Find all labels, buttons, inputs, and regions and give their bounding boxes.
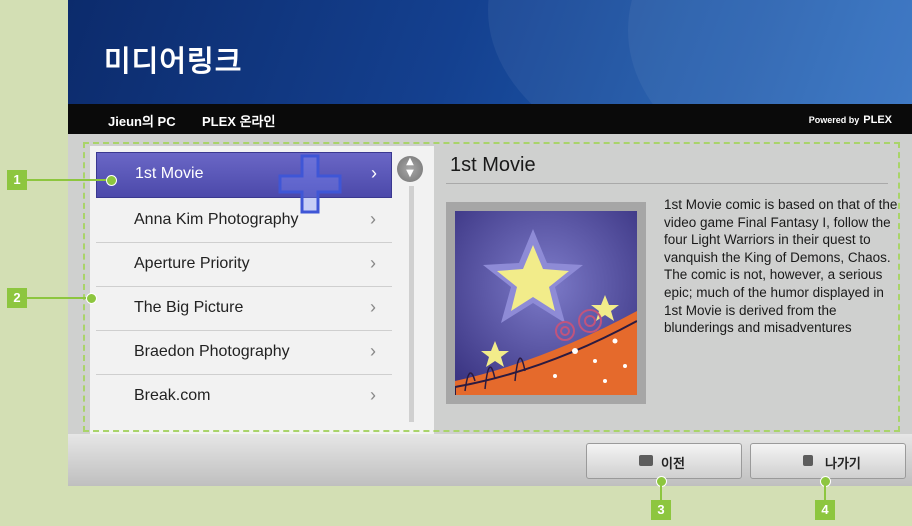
callout-leader	[824, 484, 826, 500]
back-button[interactable]: 이전	[586, 443, 742, 479]
chevron-right-icon: ›	[370, 209, 376, 229]
app-header: 미디어링크	[68, 0, 912, 104]
list-item-label: Anna Kim Photography	[134, 211, 299, 228]
callout-4: 4	[815, 500, 835, 520]
info-bar: Jieun의 PC PLEX 온라인 Powered by PLEX	[68, 104, 912, 134]
list-item[interactable]: Braedon Photography ›	[96, 331, 392, 375]
callout-leader	[660, 484, 662, 500]
callout-2: 2	[7, 288, 27, 308]
list-item-label: The Big Picture	[134, 299, 244, 316]
divider	[446, 183, 888, 184]
tv-screen: 미디어링크 Jieun의 PC PLEX 온라인 Powered by PLEX …	[68, 0, 912, 486]
list-item[interactable]: The Big Picture ›	[96, 287, 392, 331]
powered-by-label: Powered by PLEX	[809, 114, 892, 126]
content-area: 1st Movie › Anna Kim Photography › Apert…	[68, 134, 912, 434]
chevron-right-icon: ›	[370, 385, 376, 405]
exit-remote-icon	[803, 455, 813, 466]
list-item-label: Braedon Photography	[134, 343, 290, 360]
service-name: PLEX 온라인	[202, 114, 276, 129]
chevron-right-icon: ›	[370, 341, 376, 361]
callout-leader	[27, 297, 89, 299]
thumbnail	[446, 202, 646, 404]
channel-list: 1st Movie › Anna Kim Photography › Apert…	[90, 146, 434, 434]
app-title: 미디어링크	[104, 44, 243, 78]
list-item[interactable]: Anna Kim Photography ›	[96, 199, 392, 243]
header-decoration	[628, 0, 912, 104]
list-item-label: Aperture Priority	[134, 255, 250, 272]
exit-button-label: 나가기	[825, 457, 861, 472]
callout-dot	[86, 293, 97, 304]
scrollbar[interactable]: ▲ ▼	[397, 156, 423, 426]
callout-3: 3	[651, 500, 671, 520]
callout-dot	[106, 175, 117, 186]
plex-brand: PLEX	[863, 114, 892, 126]
chevron-right-icon: ›	[370, 297, 376, 317]
scrollbar-track[interactable]	[409, 186, 414, 422]
footer-bar: 이전 나가기	[68, 434, 912, 486]
thumbnail-image	[455, 211, 637, 395]
detail-title: 1st Movie	[450, 154, 536, 176]
list-item-label: 1st Movie	[135, 165, 204, 182]
callout-1: 1	[7, 170, 27, 190]
server-name: Jieun의 PC	[108, 114, 176, 129]
back-button-label: 이전	[661, 457, 685, 472]
powered-by-text: Powered by	[808, 115, 860, 125]
list-item[interactable]: 1st Movie ›	[96, 152, 392, 198]
callout-leader	[27, 179, 109, 181]
detail-description: 1st Movie comic is based on that of the …	[664, 197, 898, 336]
chevron-right-icon: ›	[371, 163, 377, 183]
exit-button[interactable]: 나가기	[750, 443, 906, 479]
chevron-up-down-icon[interactable]: ▲ ▼	[397, 156, 423, 182]
list-item[interactable]: Aperture Priority ›	[96, 243, 392, 287]
back-remote-icon	[639, 455, 653, 466]
list-item-label: Break.com	[134, 387, 211, 404]
chevron-right-icon: ›	[370, 253, 376, 273]
list-item[interactable]: Break.com ›	[96, 375, 392, 419]
